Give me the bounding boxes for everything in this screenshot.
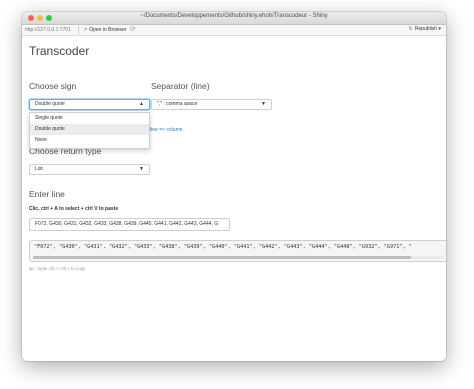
copy-tip: tip : triple clic + ctrl c to copy xyxy=(29,266,86,271)
republish-button[interactable]: ↻ Republish ▾ xyxy=(409,26,441,32)
option-double-quote[interactable]: Double quote xyxy=(30,124,149,135)
open-browser-icon: ↗ xyxy=(83,27,88,33)
line-to-column-link[interactable]: line => column xyxy=(150,127,183,133)
open-in-browser-button[interactable]: ↗ Open in Browser xyxy=(81,26,128,34)
scrollbar-thumb[interactable] xyxy=(33,256,412,259)
app-window: ~/Documents/Developpements/Github/shiny.… xyxy=(22,12,446,361)
publish-icon: ↻ xyxy=(408,26,413,32)
caret-down-icon: ▼ xyxy=(261,101,266,107)
output-text: "F072", "G430", "G431", "G432", "G433", … xyxy=(34,244,412,250)
separator-select[interactable]: "," : comma space ▼ xyxy=(151,99,272,110)
caret-up-icon: ▲ xyxy=(139,101,144,107)
window-title: ~/Documents/Developpements/Github/shiny.… xyxy=(140,13,328,19)
output-box[interactable]: "F072", "G430", "G431", "G432", "G433", … xyxy=(29,240,446,262)
viewer-toolbar: http://127.0.0.1:7701 ↗ Open in Browser ⟳… xyxy=(22,25,446,36)
caret-down-icon: ▼ xyxy=(139,166,144,172)
enter-line-input[interactable]: F072, G430, G431, G432, G433, G438, G439… xyxy=(29,218,230,231)
page-title: Transcoder xyxy=(29,44,90,58)
return-type-select[interactable]: List ▼ xyxy=(29,164,150,175)
return-type-value: List xyxy=(35,166,43,172)
separator-value: "," : comma space xyxy=(157,101,198,107)
open-in-browser-label: Open in Browser xyxy=(89,27,127,33)
choose-sign-value: Double quote xyxy=(35,101,65,107)
title-bar: ~/Documents/Developpements/Github/shiny.… xyxy=(22,12,446,25)
paste-instruction: Clic, ctrl + A to select + ctrl V to pas… xyxy=(29,206,119,212)
separator-label: Separator (line) xyxy=(151,81,210,91)
refresh-icon[interactable]: ⟳ xyxy=(130,25,136,33)
url-text: http://127.0.0.1:7701 xyxy=(25,27,71,33)
enter-line-label: Enter line xyxy=(29,189,65,199)
option-none[interactable]: None xyxy=(30,135,149,146)
choose-sign-dropdown: Single quote Double quote None xyxy=(29,112,150,149)
choose-sign-label: Choose sign xyxy=(29,81,77,91)
toolbar-divider xyxy=(78,26,79,34)
republish-label: Republish xyxy=(414,26,438,32)
option-single-quote[interactable]: Single quote xyxy=(30,113,149,124)
choose-sign-select[interactable]: Double quote ▲ xyxy=(29,99,150,110)
horizontal-scrollbar[interactable] xyxy=(33,256,444,259)
app-content: Transcoder Choose sign Double quote ▲ Se… xyxy=(22,36,446,361)
